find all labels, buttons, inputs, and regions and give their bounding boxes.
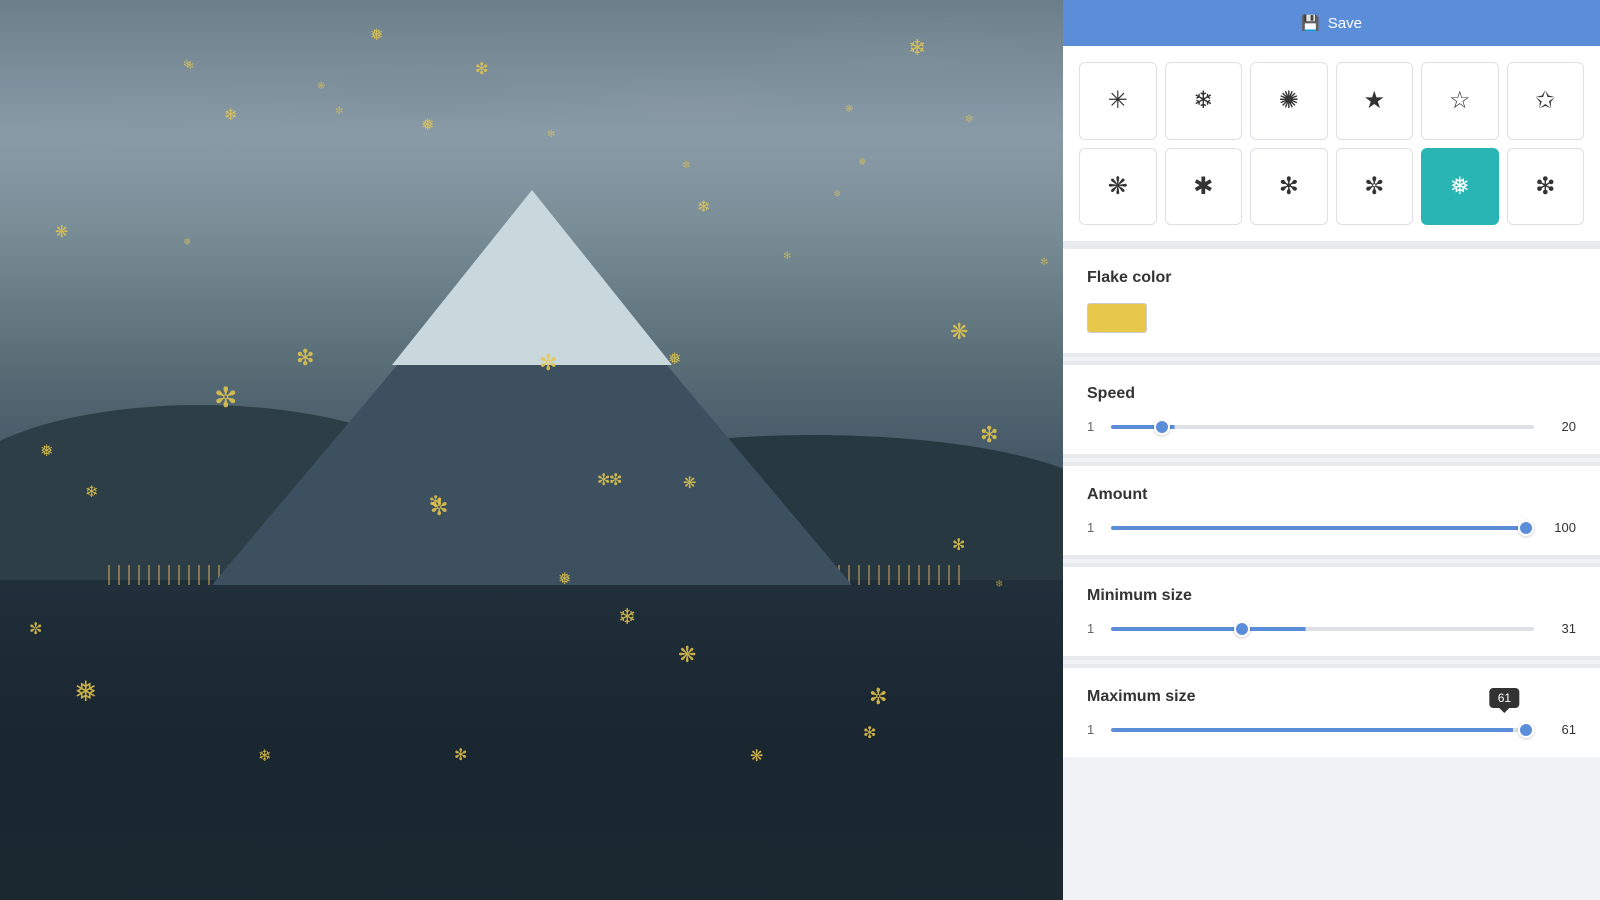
speed-slider[interactable]	[1111, 425, 1534, 429]
flake-btn-asterisk[interactable]: ✳	[1079, 62, 1157, 140]
maxsize-slider[interactable]	[1111, 728, 1534, 732]
minsize-value: 31	[1546, 621, 1576, 636]
minsize-min: 1	[1087, 621, 1099, 636]
maximum-size-section: Maximum size 1 61 61	[1063, 668, 1600, 757]
maxsize-value: 61	[1546, 722, 1576, 737]
speed-section: Speed 1 20	[1063, 365, 1600, 458]
flake-btn-star-filled[interactable]: ★	[1336, 62, 1414, 140]
save-icon: 💾	[1301, 14, 1320, 32]
minimum-size-section: Minimum size 1 31	[1063, 567, 1600, 660]
flake-btn-asterisk-bold[interactable]: ✱	[1165, 148, 1243, 226]
flake-btn-snowflake-teal[interactable]: ❅	[1421, 148, 1499, 226]
right-panel: 💾 Save ✳❄✺★☆✩ ❋✱✻✼❅❇ Flake color Speed 1 …	[1063, 0, 1600, 900]
canvas-area: ❅❄✻❋❇✼❅❄✻❋❇✼❅❄✻❋❇✼❅❄✻❋❇✼❅❄✻❋❇✼❅❄✻❋❇✼❅❄✻❋…	[0, 0, 1063, 900]
flake-btn-star-outline[interactable]: ☆	[1421, 62, 1499, 140]
speed-title: Speed	[1087, 385, 1576, 403]
minsize-slider[interactable]	[1111, 627, 1534, 631]
flake-btn-snowflake-ornament[interactable]: ❇	[1507, 148, 1585, 226]
save-label: Save	[1328, 15, 1362, 32]
flake-btn-burst[interactable]: ✺	[1250, 62, 1328, 140]
amount-max: 100	[1546, 520, 1576, 535]
amount-min: 1	[1087, 520, 1099, 535]
speed-max: 20	[1546, 419, 1576, 434]
flake-btn-star-outline2[interactable]: ✩	[1507, 62, 1585, 140]
maxsize-min: 1	[1087, 722, 1099, 737]
flake-btn-snowflake-circle[interactable]: ✻	[1250, 148, 1328, 226]
flake-color-section: Flake color	[1063, 249, 1600, 357]
amount-section: Amount 1 100	[1063, 466, 1600, 559]
minimum-size-title: Minimum size	[1087, 587, 1576, 605]
save-button[interactable]: 💾 Save	[1063, 0, 1600, 46]
speed-min: 1	[1087, 419, 1099, 434]
water	[0, 580, 1063, 900]
flake-btn-snowflake-ring[interactable]: ✼	[1336, 148, 1414, 226]
amount-slider[interactable]	[1111, 526, 1534, 530]
flake-color-title: Flake color	[1087, 269, 1576, 287]
color-picker[interactable]	[1087, 303, 1147, 333]
flake-btn-snowflake-light[interactable]: ❄	[1165, 62, 1243, 140]
flake-type-selector: ✳❄✺★☆✩ ❋✱✻✼❅❇	[1063, 46, 1600, 245]
tooltip-bubble: 61	[1490, 688, 1519, 708]
amount-title: Amount	[1087, 486, 1576, 504]
snow-cap	[392, 190, 672, 365]
maxsize-wrapper: 61	[1111, 728, 1534, 732]
flake-btn-snowflake-bold[interactable]: ❋	[1079, 148, 1157, 226]
